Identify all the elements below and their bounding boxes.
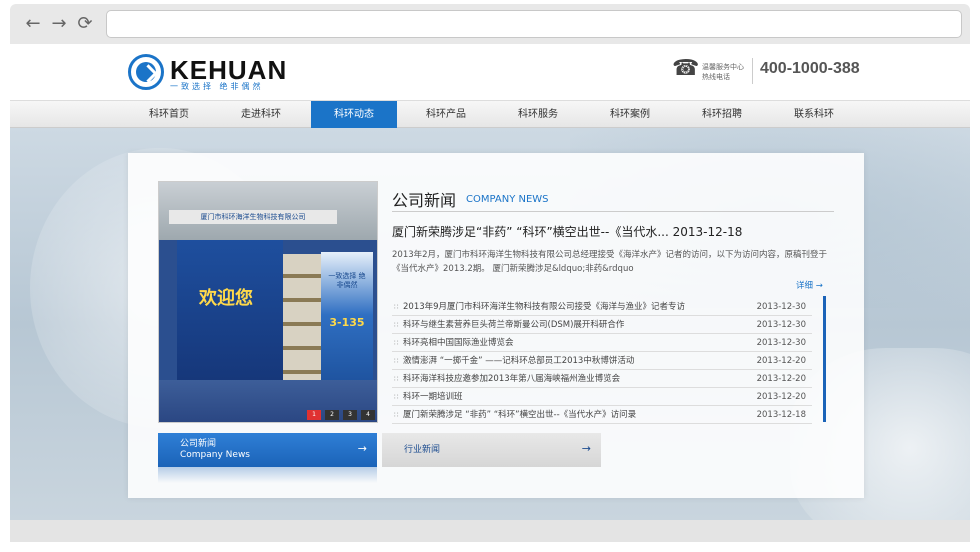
arrow-right-icon[interactable]: → [48,13,70,35]
arrow-right-icon: → [357,442,367,455]
tab-industry-news-label: 行业新闻 [404,445,441,455]
news-item-date: 2013-12-18 [756,410,806,420]
site-header: KEHUAN 一致选择 绝非偶然 ☎ 温馨服务中心 热线电话 400-1000-… [10,44,970,100]
news-item-title[interactable]: 激情澎湃 “一掷千金” ——记科环总部员工2013中秋博饼活动 [403,352,634,370]
bullet-icon: ∷ [394,321,399,329]
news-item-title[interactable]: 科环一期培训班 [403,388,463,406]
bottom-strip [10,520,970,542]
slide-welcome-text: 欢迎您 [199,288,253,309]
nav-item-products[interactable]: 科环产品 [403,101,489,128]
news-item-title[interactable]: 科环与继生素营养巨头荷兰帝斯曼公司(DSM)展开科研合作 [403,316,624,334]
news-item-date: 2013-12-20 [756,392,806,402]
web-page: KEHUAN 一致选择 绝非偶然 ☎ 温馨服务中心 热线电话 400-1000-… [10,44,970,520]
bullet-icon: ∷ [394,357,399,365]
featured-headline[interactable]: 厦门新荣腾涉足“非药” “科环”横空出世--《当代水... 2013-12-18 [392,223,742,240]
news-heading-en: COMPANY NEWS [466,194,549,205]
hotline-label-service: 温馨服务中心 [702,63,744,71]
hotline-divider [752,58,753,84]
slide-dot-4[interactable]: 4 [361,410,375,420]
news-item-title[interactable]: 科环亮相中国国际渔业博览会 [403,334,514,352]
more-link[interactable]: 详细 → [796,279,823,291]
news-list-item[interactable]: ∷ 激情澎湃 “一掷千金” ——记科环总部员工2013中秋博饼活动 2013-1… [392,352,812,370]
news-list-scrollbar[interactable] [823,296,826,422]
news-item-title[interactable]: 厦门新荣腾涉足 “非药” “科环”横空出世--《当代水产》访问录 [403,406,636,424]
phone-icon: ☎ [672,56,700,81]
nav-item-careers[interactable]: 科环招聘 [679,101,765,128]
arrow-left-icon[interactable]: ← [22,13,44,35]
slide-dot-2[interactable]: 2 [325,410,339,420]
tab-company-news[interactable]: 公司新闻 Company News → [158,433,377,467]
news-list-item[interactable]: ∷ 科环海洋科技应邀参加2013年第八届海峡福州渔业博览会 2013-12-20 [392,370,812,388]
tab-company-news-en: Company News [180,450,250,460]
address-bar[interactable] [106,10,962,38]
news-slideshow[interactable]: 厦门市科环海洋生物科技有限公司 欢迎您 一致选择 绝非偶然 3-135 1 2 … [158,181,378,423]
slide-standee-text: 一致选择 绝非偶然 [328,272,366,289]
reload-icon[interactable]: ⟳ [74,13,96,35]
news-heading: 公司新闻 [392,191,457,210]
tab-reflection [158,467,377,483]
news-panel: 厦门市科环海洋生物科技有限公司 欢迎您 一致选择 绝非偶然 3-135 1 2 … [128,153,864,498]
news-item-date: 2013-12-20 [756,356,806,366]
news-list: ∷ 2013年9月厦门市科环海洋生物科技有限公司接受《海洋与渔业》记者专访 20… [392,298,812,424]
hotline-labels: 温馨服务中心 热线电话 [702,62,744,82]
news-item-title[interactable]: 科环海洋科技应邀参加2013年第八届海峡福州渔业博览会 [403,370,620,388]
nav-item-news[interactable]: 科环动态 [311,101,397,128]
logo-icon[interactable] [128,54,164,90]
bullet-icon: ∷ [394,393,399,401]
bullet-icon: ∷ [394,411,399,419]
nav-item-home[interactable]: 科环首页 [126,101,212,128]
news-list-item[interactable]: ∷ 科环一期培训班 2013-12-20 [392,388,812,406]
logo-slogan: 一致选择 绝非偶然 [170,82,264,91]
tab-company-news-cn: 公司新闻 [180,439,217,449]
slide-dot-1[interactable]: 1 [307,410,321,420]
nav-item-cases[interactable]: 科环案例 [587,101,673,128]
bullet-icon: ∷ [394,375,399,383]
news-list-item[interactable]: ∷ 2013年9月厦门市科环海洋生物科技有限公司接受《海洋与渔业》记者专访 20… [392,298,812,316]
browser-toolbar: ← → ⟳ [10,4,970,44]
slide-standee-number: 3-135 [329,316,365,329]
slide-dot-3[interactable]: 3 [343,410,357,420]
slide-banner-text: 厦门市科环海洋生物科技有限公司 [169,210,337,224]
nav-item-about[interactable]: 走进科环 [218,101,304,128]
hotline-number: 400-1000-388 [760,60,860,77]
tab-industry-news[interactable]: 行业新闻 → [382,433,601,467]
news-item-date: 2013-12-30 [756,302,806,312]
nav-item-services[interactable]: 科环服务 [495,101,581,128]
hotline-label-phone: 热线电话 [702,73,730,81]
arrow-right-icon: → [581,442,591,455]
main-nav: 科环首页 走进科环 科环动态 科环产品 科环服务 科环案例 科环招聘 联系科环 [10,100,970,128]
slide-pager: 1 2 3 4 [303,410,375,420]
news-list-item[interactable]: ∷ 厦门新荣腾涉足 “非药” “科环”横空出世--《当代水产》访问录 2013-… [392,406,812,424]
news-item-title[interactable]: 2013年9月厦门市科环海洋生物科技有限公司接受《海洋与渔业》记者专访 [403,298,685,316]
news-item-date: 2013-12-20 [756,374,806,384]
news-list-item[interactable]: ∷ 科环与继生素营养巨头荷兰帝斯曼公司(DSM)展开科研合作 2013-12-3… [392,316,812,334]
bullet-icon: ∷ [394,339,399,347]
heading-divider [392,211,834,212]
news-item-date: 2013-12-30 [756,320,806,330]
news-list-item[interactable]: ∷ 科环亮相中国国际渔业博览会 2013-12-30 [392,334,812,352]
tab-company-news-label: 公司新闻 Company News [180,439,250,461]
nav-item-contact[interactable]: 联系科环 [771,101,857,128]
slide-booth [177,240,283,380]
news-item-date: 2013-12-30 [756,338,806,348]
featured-summary: 2013年2月，厦门市科环海洋生物科技有限公司总经理接受《海洋水产》记者的访问，… [392,250,828,274]
bullet-icon: ∷ [394,303,399,311]
